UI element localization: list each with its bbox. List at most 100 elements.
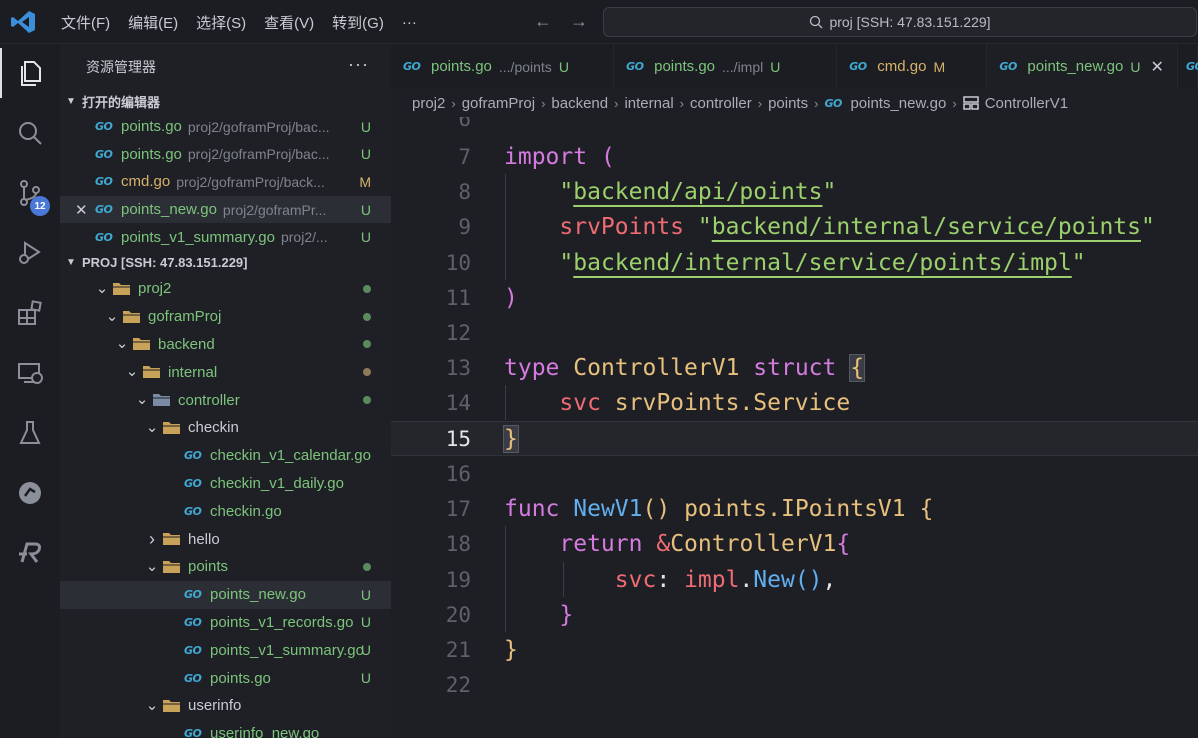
activity-bar: 12 bbox=[0, 44, 60, 738]
open-editor-item[interactable]: GO points_v1_summary.go proj2/... U bbox=[60, 223, 391, 251]
go-file-icon: GO bbox=[184, 727, 202, 738]
item-name: hello bbox=[188, 530, 220, 548]
testing-activity[interactable] bbox=[0, 408, 60, 458]
breadcrumb-item[interactable]: goframProj bbox=[462, 95, 535, 112]
breadcrumb-item[interactable]: points bbox=[768, 95, 808, 112]
folder-tree-item[interactable]: ⌄ checkin bbox=[60, 414, 391, 442]
folder-tree-item[interactable]: ⌄ internal bbox=[60, 358, 391, 386]
folder-tree-item[interactable]: ⌄ goframProj bbox=[60, 303, 391, 331]
chevron-down-icon[interactable]: ⌄ bbox=[114, 336, 130, 351]
code-line-15[interactable]: 15} bbox=[391, 421, 1198, 457]
file-tree-item[interactable]: GO points_v1_records.go U bbox=[60, 609, 391, 637]
menu-file[interactable]: 文件(F) bbox=[52, 12, 119, 33]
folder-tree-item[interactable]: ⌄ backend bbox=[60, 331, 391, 359]
code-line-6[interactable]: 6 bbox=[391, 117, 1198, 136]
menu-more[interactable]: ··· bbox=[393, 14, 426, 31]
open-editor-item[interactable]: GO points.go proj2/goframProj/bac... U bbox=[60, 113, 391, 141]
source-control-activity[interactable]: 12 bbox=[0, 168, 60, 218]
close-icon[interactable]: ✕ bbox=[1150, 57, 1163, 77]
chevron-down-icon[interactable]: ⌄ bbox=[144, 559, 160, 574]
code-line-9[interactable]: 9 srvPoints "backend/internal/service/po… bbox=[391, 209, 1198, 244]
chevron-down-icon[interactable]: ⌄ bbox=[144, 698, 160, 713]
editor-tab[interactable]: GO points.go .../points U bbox=[391, 44, 615, 89]
forward-arrow-icon[interactable]: → bbox=[570, 11, 588, 32]
open-editors-header[interactable]: ▼ 打开的编辑器 bbox=[60, 89, 391, 113]
code-editor[interactable]: 6 7 import ( 8 "backend/api/points" 9 srv… bbox=[391, 117, 1198, 738]
back-arrow-icon[interactable]: ← bbox=[534, 11, 552, 32]
file-tree-item[interactable]: GO checkin.go bbox=[60, 497, 391, 525]
file-tree-item[interactable]: GO checkin_v1_daily.go bbox=[60, 470, 391, 498]
extensions-activity[interactable] bbox=[0, 288, 60, 338]
breadcrumb-item[interactable]: controller bbox=[690, 95, 752, 112]
folder-tree-item[interactable]: ⌄ points bbox=[60, 553, 391, 581]
editor-tab[interactable]: GO points.go .../impl U bbox=[614, 44, 838, 89]
file-tree-item[interactable]: GO points.go U bbox=[60, 664, 391, 692]
folder-tree-item[interactable]: › hello bbox=[60, 525, 391, 553]
project-header[interactable]: ▼ PROJ [SSH: 47.83.151.229] bbox=[60, 251, 391, 275]
chevron-down-icon[interactable]: ⌄ bbox=[134, 392, 150, 407]
open-editor-item[interactable]: GO points.go proj2/goframProj/bac... U bbox=[60, 141, 391, 169]
close-icon[interactable]: ✕ bbox=[75, 201, 88, 219]
menu-view[interactable]: 查看(V) bbox=[255, 12, 323, 33]
file-tree-item[interactable]: GO checkin_v1_calendar.go bbox=[60, 442, 391, 470]
code-line-11[interactable]: 11) bbox=[391, 280, 1198, 315]
breadcrumb-item[interactable]: ControllerV1 bbox=[985, 95, 1068, 112]
search-activity[interactable] bbox=[0, 108, 60, 158]
chevron-right-icon[interactable]: › bbox=[144, 530, 160, 548]
run-debug-activity[interactable] bbox=[0, 228, 60, 278]
vscode-logo-icon[interactable] bbox=[10, 10, 36, 34]
item-name: points bbox=[188, 558, 229, 576]
file-tree-item[interactable]: GO points_v1_summary.go U bbox=[60, 636, 391, 664]
code-line-18[interactable]: 18 return &ControllerV1{ bbox=[391, 526, 1198, 561]
chevron-down-icon[interactable]: ⌄ bbox=[144, 420, 160, 435]
folder-tree-item[interactable]: ⌄ userinfo bbox=[60, 692, 391, 720]
folder-icon bbox=[123, 310, 140, 323]
code-line-22[interactable]: 22 bbox=[391, 667, 1198, 702]
file-tree-item[interactable]: GO points_new.go U bbox=[60, 580, 391, 609]
gitlens-activity[interactable] bbox=[0, 468, 60, 518]
rapid-activity[interactable] bbox=[0, 528, 60, 578]
remote-explorer-activity[interactable] bbox=[0, 348, 60, 398]
breadcrumb-item[interactable]: backend bbox=[551, 95, 608, 112]
git-status-dot bbox=[363, 562, 371, 571]
open-editor-item[interactable]: GO cmd.go proj2/goframProj/back... M bbox=[60, 168, 391, 196]
folder-icon bbox=[143, 366, 160, 379]
chevron-down-icon[interactable]: ⌄ bbox=[104, 309, 120, 324]
code-line-12[interactable]: 12 bbox=[391, 315, 1198, 350]
chevron-down-icon[interactable]: ⌄ bbox=[124, 364, 140, 379]
code-line-14[interactable]: 14 svc srvPoints.Service bbox=[391, 385, 1198, 420]
code-line-20[interactable]: 20 } bbox=[391, 597, 1198, 632]
go-file-icon: GO bbox=[95, 147, 113, 161]
code-line-17[interactable]: 17 func NewV1() points.IPointsV1 { bbox=[391, 491, 1198, 526]
tab-git-status: U bbox=[770, 58, 781, 75]
code-line-16[interactable]: 16 bbox=[391, 456, 1198, 491]
breadcrumb-item[interactable]: internal bbox=[624, 95, 673, 112]
editor-tab[interactable]: GO cmd.go M bbox=[837, 44, 988, 89]
code-line-13[interactable]: 13 type ControllerV1 struct { bbox=[391, 350, 1198, 385]
menu-selection[interactable]: 选择(S) bbox=[187, 12, 255, 33]
chevron-down-icon[interactable]: ⌄ bbox=[94, 281, 110, 296]
explorer-activity[interactable] bbox=[0, 48, 60, 98]
editor-tab-overflow[interactable]: GO bbox=[1178, 44, 1198, 89]
folder-tree-item[interactable]: ⌄ proj2 bbox=[60, 275, 391, 303]
menu-edit[interactable]: 编辑(E) bbox=[119, 12, 187, 33]
chevron-down-icon: ▼ bbox=[66, 257, 76, 269]
code-line-10[interactable]: 10 "backend/internal/service/points/impl… bbox=[391, 245, 1198, 280]
breadcrumb-item[interactable]: proj2 bbox=[412, 95, 445, 112]
menu-go[interactable]: 转到(G) bbox=[323, 12, 393, 33]
folder-icon bbox=[133, 338, 150, 351]
go-file-icon: GO bbox=[184, 615, 202, 629]
indent-guide bbox=[505, 385, 506, 420]
code-line-8[interactable]: 8 "backend/api/points" bbox=[391, 174, 1198, 209]
more-actions-icon[interactable]: ··· bbox=[348, 54, 369, 75]
code-line-21[interactable]: 21} bbox=[391, 632, 1198, 667]
file-tree-item[interactable]: GO userinfo_new.go bbox=[60, 720, 391, 738]
code-line-7[interactable]: 7 import ( bbox=[391, 139, 1198, 174]
open-editor-item[interactable]: ✕ GO points_new.go proj2/goframPr... U bbox=[60, 195, 391, 224]
editor-tab[interactable]: GO points_new.go U ✕ bbox=[987, 44, 1179, 89]
folder-tree-item[interactable]: ⌄ controller bbox=[60, 386, 391, 414]
go-file-icon: GO bbox=[999, 60, 1017, 73]
breadcrumb-item[interactable]: points_new.go bbox=[850, 95, 946, 112]
code-line-19[interactable]: 19 svc: impl.New(), bbox=[391, 562, 1198, 597]
command-center-search[interactable]: proj [SSH: 47.83.151.229] bbox=[603, 7, 1197, 37]
